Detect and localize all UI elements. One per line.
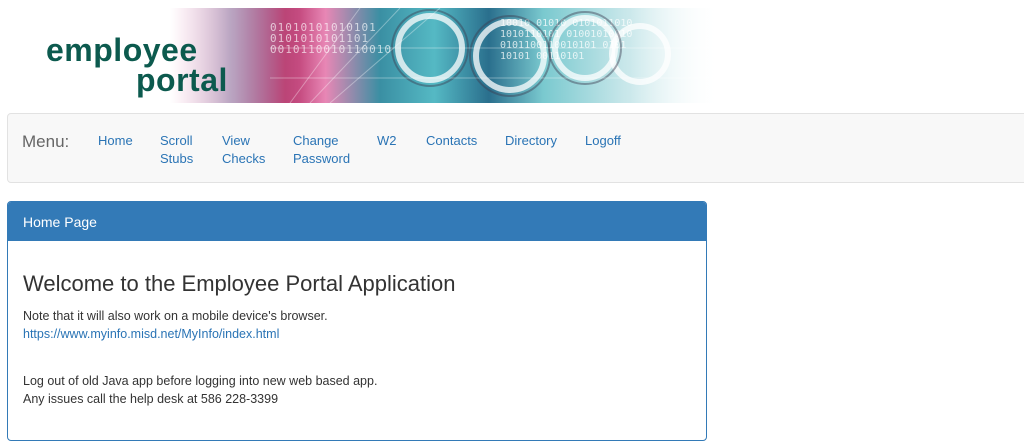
- menu-item-change-password[interactable]: Change Password: [293, 132, 350, 168]
- logo-text-portal: portal: [136, 62, 228, 98]
- logout-note: Log out of old Java app before logging i…: [23, 374, 378, 388]
- welcome-heading: Welcome to the Employee Portal Applicati…: [23, 271, 456, 296]
- menu-item-view-checks[interactable]: View Checks: [222, 132, 265, 168]
- menu-item-home[interactable]: Home: [98, 132, 133, 150]
- mobile-note: Note that it will also work on a mobile …: [23, 309, 328, 323]
- menu-item-logoff[interactable]: Logoff: [585, 132, 621, 150]
- menu-bar: Menu: Home Scroll Stubs View Checks Chan…: [7, 113, 1024, 183]
- banner-fade-right: [630, 8, 720, 103]
- menu-item-contacts[interactable]: Contacts: [426, 132, 477, 150]
- myinfo-link[interactable]: https://www.myinfo.misd.net/MyInfo/index…: [23, 327, 279, 341]
- home-panel: Home Page Welcome to the Employee Portal…: [7, 201, 707, 441]
- help-desk-note: Any issues call the help desk at 586 228…: [23, 392, 279, 406]
- menu-label: Menu:: [22, 132, 70, 151]
- menu-item-w2[interactable]: W2: [377, 132, 397, 150]
- panel-heading: Home Page: [8, 202, 706, 241]
- menu-item-directory[interactable]: Directory: [505, 132, 557, 150]
- header-banner: 01010101010101 0101010101101 00101100101…: [40, 8, 720, 103]
- menu-item-scroll-stubs[interactable]: Scroll Stubs: [160, 132, 193, 168]
